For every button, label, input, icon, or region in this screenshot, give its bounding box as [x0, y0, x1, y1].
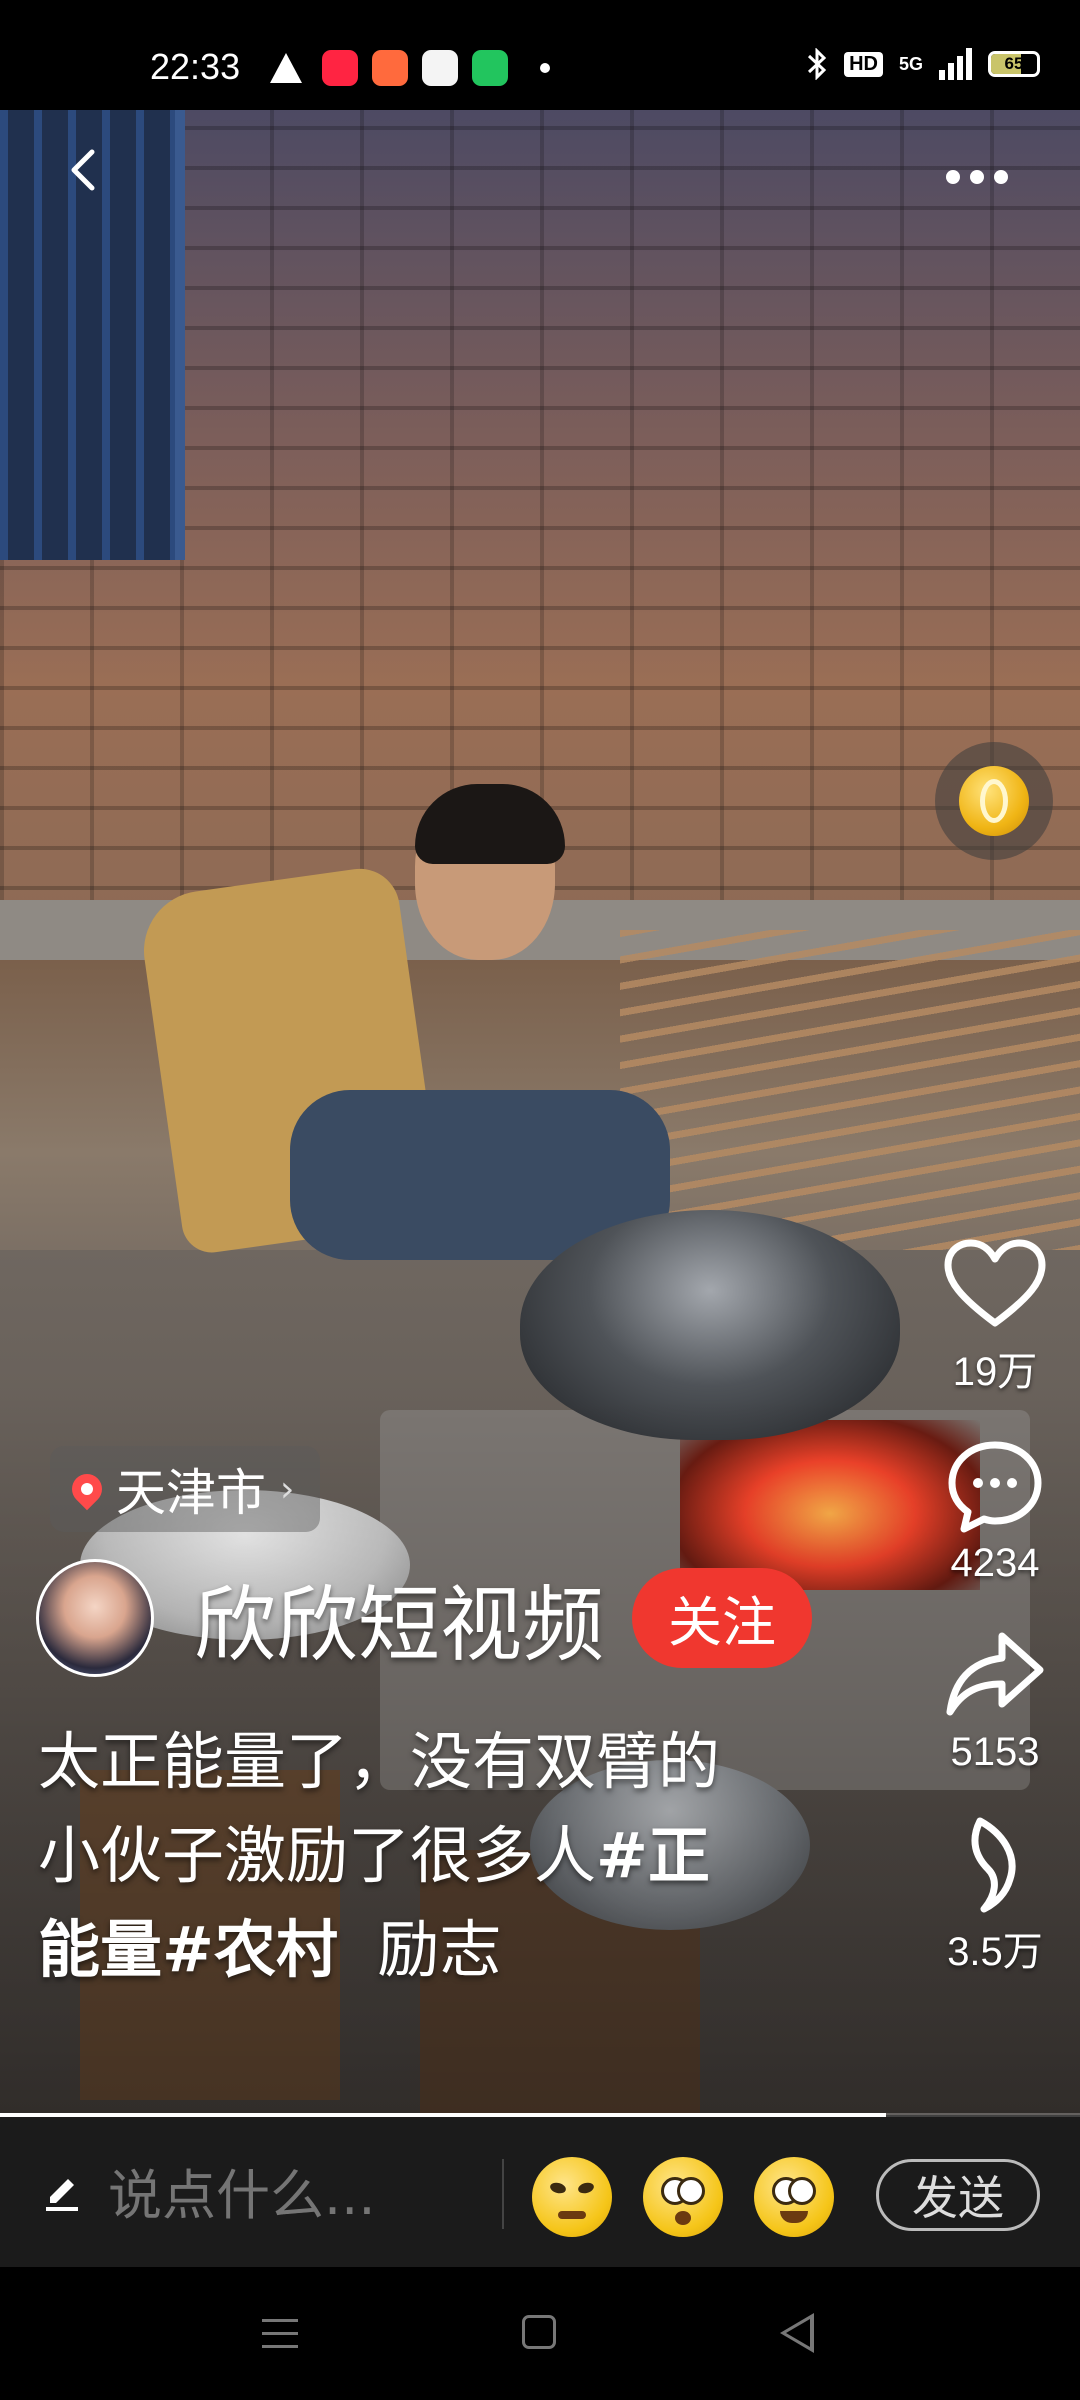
- notification-icons: [270, 50, 550, 86]
- home-icon[interactable]: [522, 2315, 556, 2349]
- smirk-emoji[interactable]: [532, 2157, 612, 2237]
- battery-level: 65: [1004, 54, 1024, 73]
- recent-apps-icon[interactable]: [262, 2319, 298, 2358]
- comment-count: 4234: [950, 1541, 1040, 1585]
- back-icon[interactable]: [780, 2313, 814, 2353]
- share-icon: [946, 1632, 1044, 1716]
- location-pin-icon: [65, 1467, 109, 1511]
- app-icon: [372, 50, 408, 86]
- dot-icon: [540, 63, 550, 73]
- share-count: 5153: [950, 1730, 1040, 1774]
- more-options-icon[interactable]: [946, 170, 1008, 184]
- divider: [502, 2159, 504, 2229]
- hd-icon: HD: [844, 51, 883, 77]
- hashtag[interactable]: 能量#农村: [38, 1913, 338, 1986]
- caption-line: 能量#农村 励志: [38, 1903, 858, 1997]
- caption-text: 小伙子激励了很多人: [38, 1819, 597, 1892]
- share-button[interactable]: 5153: [930, 1626, 1060, 1775]
- system-nav-bar: [0, 2267, 1080, 2400]
- like-count: 19万: [952, 1350, 1038, 1394]
- favorite-button[interactable]: 3.5万: [930, 1815, 1060, 1977]
- favorite-icon: [971, 1817, 1016, 1913]
- back-arrow-icon[interactable]: [62, 148, 106, 192]
- game-app-icon: [422, 50, 458, 86]
- caption-line: 太正能量了，没有双臂的: [38, 1715, 858, 1809]
- system-icons: HD 5G 65: [806, 48, 1040, 80]
- caption-text: 励志: [377, 1913, 502, 1986]
- comment-button[interactable]: 4234: [930, 1437, 1060, 1586]
- shopping-app-icon: [472, 50, 508, 86]
- warning-icon: [270, 53, 302, 83]
- xiaohongshu-app-icon: [322, 50, 358, 86]
- bluetooth-icon: [808, 48, 827, 80]
- caption-line: 小伙子激励了很多人#正: [38, 1809, 858, 1903]
- hashtag[interactable]: #正: [596, 1819, 710, 1892]
- battery-icon: 65: [988, 51, 1040, 77]
- follow-button[interactable]: 关注: [632, 1567, 813, 1668]
- favorite-count: 3.5万: [947, 1930, 1043, 1974]
- caption-text: 太正能量了，没有双臂的: [38, 1725, 721, 1798]
- comment-bar: 发送: [0, 2117, 1080, 2267]
- author-row: 欣欣短视频 关注: [36, 1558, 813, 1677]
- heart-icon: [944, 1239, 1046, 1327]
- send-button[interactable]: 发送: [876, 2159, 1040, 2231]
- comment-icon: [948, 1441, 1042, 1533]
- video-frame-firewood: [620, 930, 1080, 1250]
- network-type: 5G: [898, 53, 923, 74]
- status-bar: 22:33 HD 5G 65: [0, 0, 1080, 110]
- side-action-bar: 19万 4234 5153 3.5万: [930, 1235, 1060, 2017]
- author-name[interactable]: 欣欣短视频: [194, 1558, 604, 1677]
- signal-icon: [939, 48, 972, 80]
- chevron-right-icon: ›: [280, 1468, 295, 1510]
- like-button[interactable]: 19万: [930, 1235, 1060, 1397]
- crying-emoji[interactable]: [643, 2157, 723, 2237]
- happy-emoji[interactable]: [754, 2157, 834, 2237]
- location-tag[interactable]: 天津市 ›: [50, 1446, 321, 1532]
- video-caption[interactable]: 太正能量了，没有双臂的 小伙子激励了很多人#正 能量#农村 励志: [38, 1715, 858, 1997]
- pen-icon: [46, 2179, 78, 2211]
- coin-icon: [959, 766, 1029, 836]
- comment-input[interactable]: [108, 2157, 488, 2233]
- coin-reward-button[interactable]: [935, 742, 1053, 860]
- avatar[interactable]: [36, 1558, 154, 1677]
- location-label: 天津市: [116, 1464, 266, 1522]
- status-time: 22:33: [150, 46, 241, 87]
